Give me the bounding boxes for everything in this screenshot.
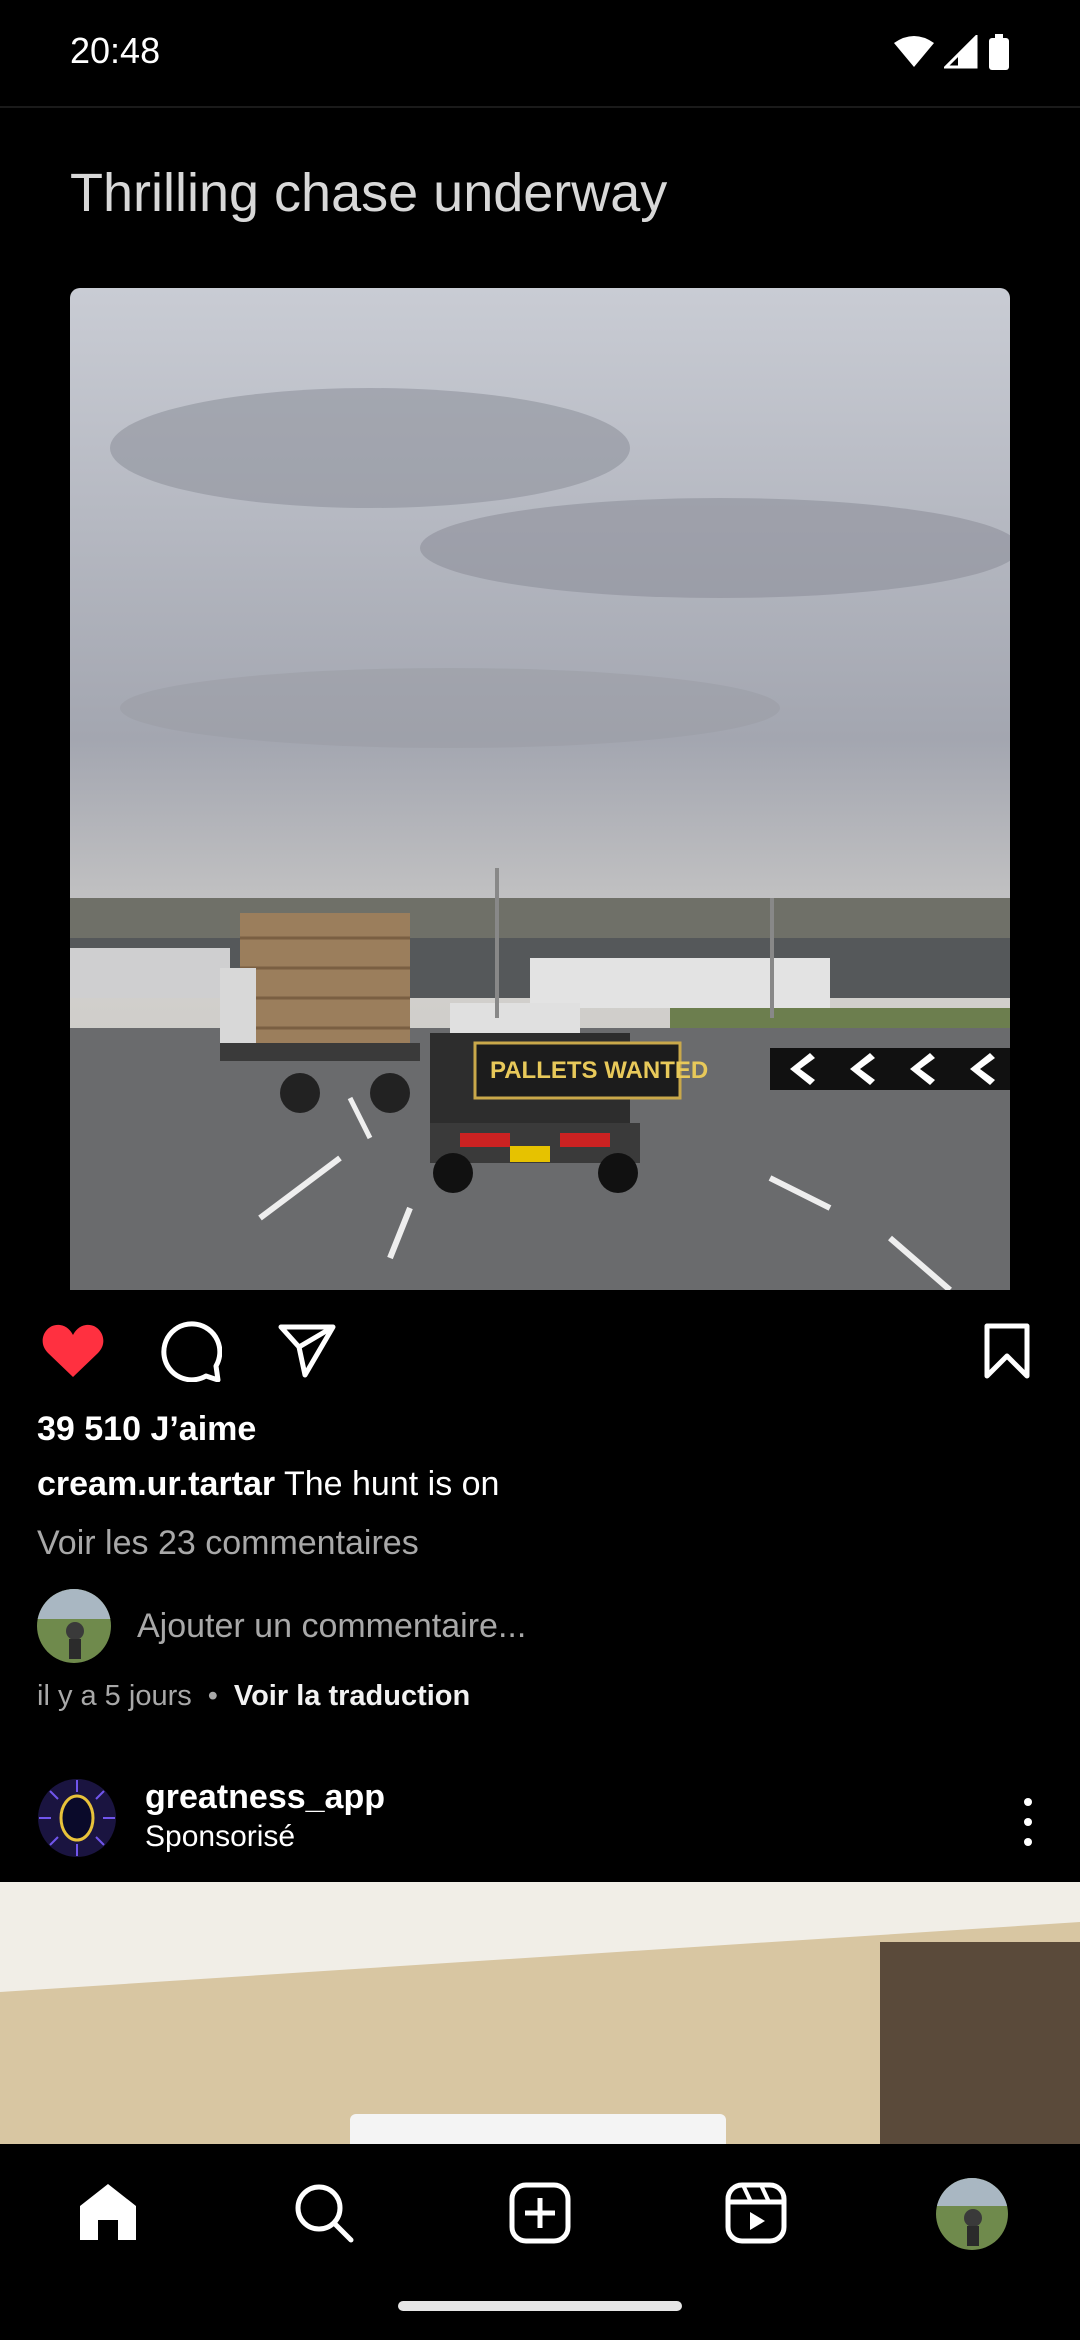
caption-text: The hunt is on <box>283 1465 500 1503</box>
share-button[interactable] <box>274 1318 340 1384</box>
more-dot <box>1024 1798 1032 1806</box>
like-button[interactable] <box>40 1318 106 1384</box>
search-icon <box>295 2184 354 2243</box>
sponsored-label: Sponsorisé <box>145 1820 296 1853</box>
status-icons <box>894 34 1010 70</box>
more-options-button[interactable] <box>1016 1798 1040 1846</box>
reels-icon <box>725 2182 787 2244</box>
sign-text: PALLETS WANTED <box>490 1057 708 1084</box>
caption-username[interactable]: cream.ur.tartar <box>37 1465 275 1503</box>
nav-search[interactable] <box>289 2178 359 2248</box>
status-bar: 20:48 <box>0 0 1080 106</box>
home-icon <box>80 2184 136 2240</box>
translate-link[interactable]: Voir la traduction <box>234 1680 470 1713</box>
comment-input[interactable]: Ajouter un commentaire... <box>137 1607 526 1646</box>
sponsored-post-header: greatness_app Sponsorisé <box>0 1770 1080 1886</box>
avatar <box>37 1589 111 1663</box>
bookmark-icon <box>984 1323 1030 1379</box>
likes-count[interactable]: 39 510 J’aime <box>37 1410 256 1449</box>
add-comment-row[interactable]: Ajouter un commentaire... <box>37 1588 1037 1664</box>
add-icon <box>509 2182 571 2244</box>
more-dot <box>1024 1818 1032 1826</box>
sponsor-username[interactable]: greatness_app <box>145 1778 385 1817</box>
send-icon <box>278 1324 336 1378</box>
meme-title: Thrilling chase underway <box>70 163 668 223</box>
comment-icon <box>161 1321 222 1382</box>
more-dot <box>1024 1838 1032 1846</box>
post-photo: PALLETS WANTED <box>70 288 1010 1290</box>
post-meta: il y a 5 jours • Voir la traduction <box>37 1680 470 1713</box>
status-time: 20:48 <box>70 30 161 71</box>
nav-profile[interactable] <box>936 2178 1008 2250</box>
wifi-icon <box>894 36 934 67</box>
profile-avatar <box>936 2178 1008 2250</box>
nav-home[interactable] <box>73 2178 143 2248</box>
post-media[interactable]: Thrilling chase underway PALLETS WANTED <box>0 108 1080 1298</box>
post-caption: cream.ur.tartar The hunt is on <box>37 1465 499 1504</box>
post-actions <box>0 1298 1080 1402</box>
battery-icon <box>989 34 1009 70</box>
view-comments-link[interactable]: Voir les 23 commentaires <box>37 1524 419 1563</box>
nav-reels[interactable] <box>721 2178 791 2248</box>
save-button[interactable] <box>974 1318 1040 1384</box>
post-time: il y a 5 jours <box>37 1680 192 1712</box>
heart-icon <box>42 1324 104 1377</box>
meta-separator: • <box>207 1680 218 1712</box>
signal-icon <box>944 35 978 69</box>
home-indicator[interactable] <box>398 2301 682 2311</box>
sponsor-avatar[interactable] <box>37 1778 117 1858</box>
comment-button[interactable] <box>158 1318 224 1384</box>
nav-create[interactable] <box>505 2178 575 2248</box>
sponsored-media[interactable] <box>0 1882 1080 2144</box>
